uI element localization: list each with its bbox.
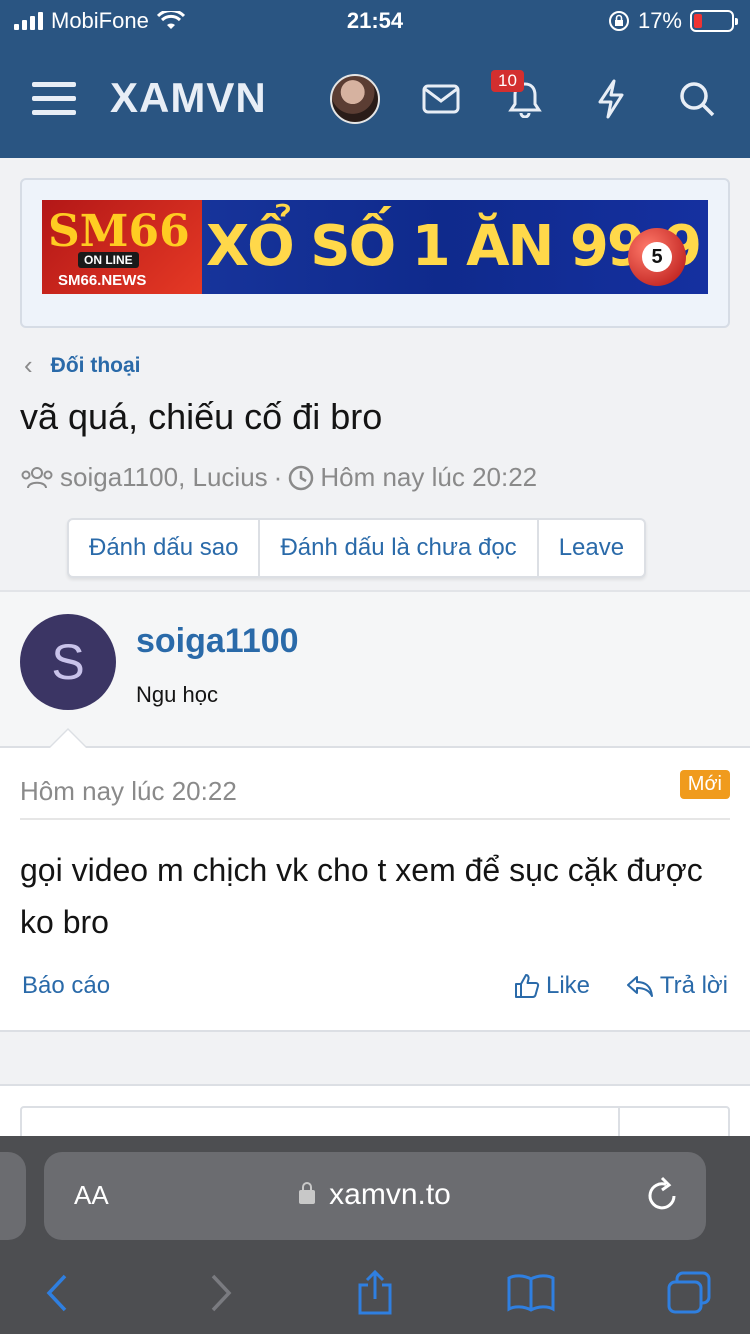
status-right: 17% <box>608 8 738 34</box>
mark-unread-button[interactable]: Đánh dấu là chưa đọc <box>260 520 539 576</box>
share-icon[interactable] <box>350 1268 400 1318</box>
browser-toolbar: AA xamvn.to <box>0 1136 750 1334</box>
reply-editor-area <box>0 1084 750 1158</box>
clock-icon <box>289 465 314 490</box>
reply-button[interactable]: Trả lời <box>626 972 728 1000</box>
address-bar[interactable]: AA xamvn.to <box>44 1152 706 1240</box>
chevron-left-icon: ‹ <box>24 350 33 380</box>
url-display[interactable]: xamvn.to <box>44 1178 706 1212</box>
site-logo[interactable]: XAMVN <box>110 74 267 122</box>
battery-percent: 17% <box>637 8 682 33</box>
ad-container: SM66 ON LINE SM66.NEWS XỔ SỐ 1 ĂN 99.9 5 <box>20 178 730 328</box>
lottery-ball-number: 5 <box>642 242 672 272</box>
like-button[interactable]: Like <box>514 972 590 1000</box>
url-text: xamvn.to <box>329 1178 451 1211</box>
browser-nav <box>0 1260 750 1330</box>
inbox-icon[interactable] <box>416 74 466 124</box>
meta-separator: · <box>273 462 283 492</box>
ad-brand-sub: ON LINE <box>78 252 139 268</box>
divider <box>20 818 730 820</box>
message-pointer <box>48 728 88 748</box>
bookmarks-icon[interactable] <box>506 1268 556 1318</box>
forward-icon[interactable] <box>196 1268 246 1318</box>
message-time[interactable]: Hôm nay lúc 20:22 <box>20 776 237 807</box>
leave-button[interactable]: Leave <box>539 520 644 576</box>
thread-actions: Đánh dấu sao Đánh dấu là chưa đọc Leave <box>67 518 647 578</box>
user-avatar[interactable] <box>330 74 380 124</box>
message-user-info: S soiga1100 Ngu học <box>0 590 750 746</box>
status-bar: MobiFone 21:54 17% <box>0 0 750 44</box>
site-header: XAMVN 10 <box>0 44 750 158</box>
thread-meta: soiga1100, Lucius · Hôm nay lúc 20:22 <box>20 462 537 493</box>
avatar[interactable]: S <box>20 614 116 710</box>
lightning-icon[interactable] <box>586 74 636 124</box>
ad-brand: SM66 <box>48 206 190 257</box>
users-icon <box>21 466 53 488</box>
message-text: gọi video m chịch vk cho t xem để sục cặ… <box>20 852 703 940</box>
report-link[interactable]: Báo cáo <box>22 972 110 1000</box>
search-icon[interactable] <box>672 74 722 124</box>
back-icon[interactable] <box>32 1268 82 1318</box>
breadcrumb[interactable]: ‹ Đối thoại <box>24 350 141 381</box>
notification-badge: 10 <box>491 70 524 92</box>
reply-label: Trả lời <box>659 972 728 999</box>
message-body-container: Hôm nay lúc 20:22 Mới gọi video m chịch … <box>0 746 750 1032</box>
thread-date: Hôm nay lúc 20:22 <box>320 462 538 492</box>
thumbs-up-icon <box>514 974 540 998</box>
lock-icon <box>299 1182 316 1204</box>
tabs-icon[interactable] <box>664 1268 714 1318</box>
new-badge: Mới <box>679 770 730 799</box>
app-header: MobiFone 21:54 17% XAMVN 10 <box>0 0 750 158</box>
like-label: Like <box>545 972 590 999</box>
star-button[interactable]: Đánh dấu sao <box>69 520 261 576</box>
ad-brand-site: SM66.NEWS <box>58 272 147 289</box>
breadcrumb-link[interactable]: Đối thoại <box>51 354 141 378</box>
thread-title: vã quá, chiếu cố đi bro <box>20 396 383 437</box>
ad-tagline: XỔ SỐ 1 ĂN 99.9 <box>206 214 702 279</box>
reload-icon[interactable] <box>646 1176 680 1212</box>
orientation-lock-icon <box>608 11 629 31</box>
ad-brand-logo: SM66 ON LINE SM66.NEWS <box>42 200 202 294</box>
lottery-ball-icon: 5 <box>628 228 686 286</box>
ad-banner[interactable]: SM66 ON LINE SM66.NEWS XỔ SỐ 1 ĂN 99.9 5 <box>42 200 708 294</box>
username[interactable]: soiga1100 <box>136 622 299 661</box>
reply-icon <box>626 976 653 997</box>
menu-icon[interactable] <box>32 82 76 116</box>
user-title: Ngu học <box>136 682 218 707</box>
battery-icon <box>690 10 738 32</box>
previous-tab-stub[interactable] <box>0 1152 26 1240</box>
participants[interactable]: soiga1100, Lucius <box>60 462 268 493</box>
